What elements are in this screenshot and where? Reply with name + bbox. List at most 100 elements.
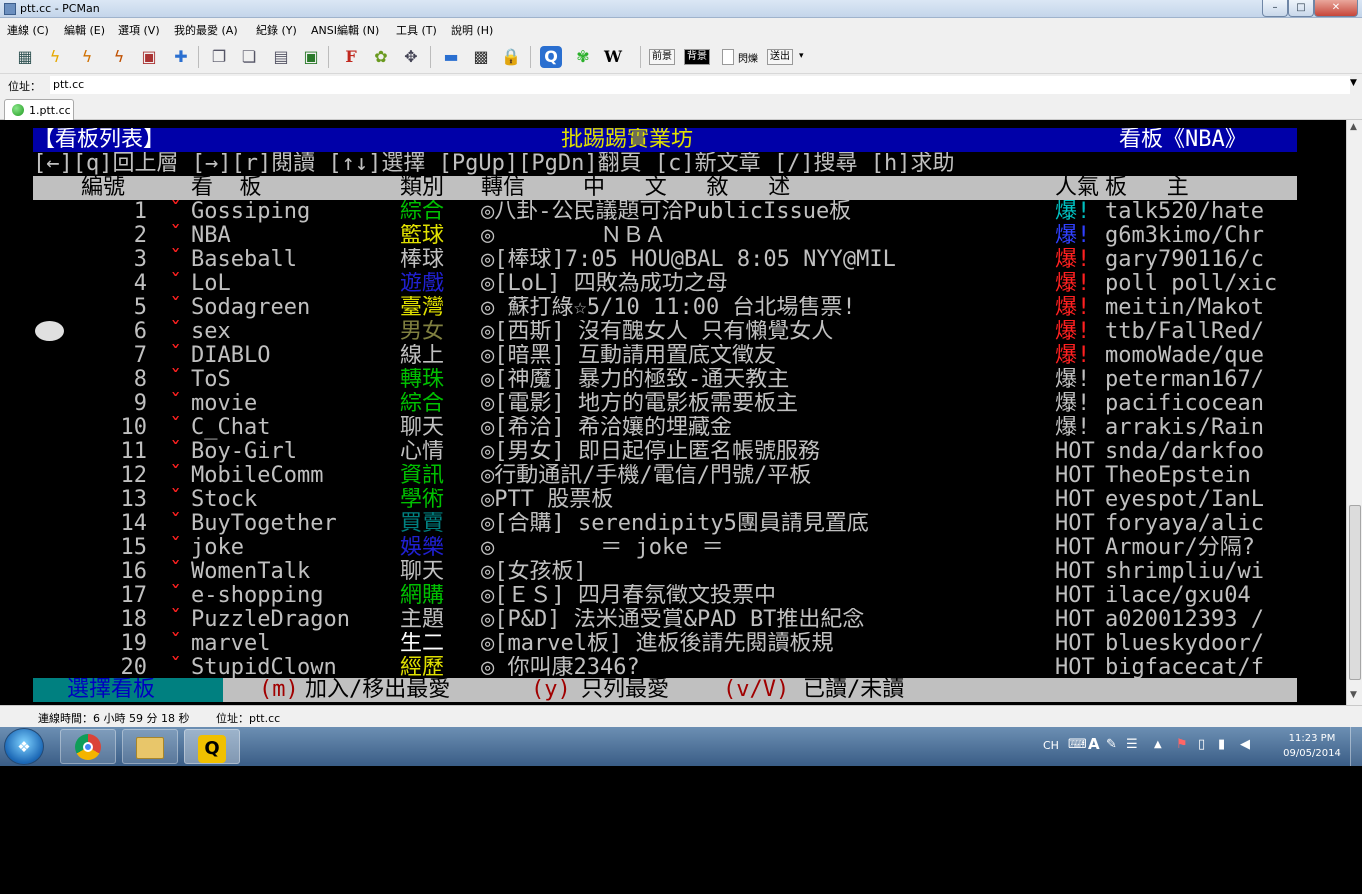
taskbar-pcman[interactable]: Q bbox=[184, 729, 240, 764]
qr-icon[interactable]: ▩ bbox=[470, 46, 492, 68]
disconnect-all-icon[interactable]: ϟ bbox=[108, 46, 130, 68]
font-icon[interactable]: F bbox=[340, 46, 362, 68]
screenshot-icon[interactable]: ▣ bbox=[300, 46, 322, 68]
menu-options[interactable]: 選項 (V) bbox=[118, 22, 160, 38]
scrollbar-thumb[interactable] bbox=[1349, 505, 1361, 680]
close-button[interactable]: ✕ bbox=[1314, 0, 1358, 17]
maximize-button[interactable]: □ bbox=[1288, 0, 1314, 17]
copy-icon[interactable]: ❐ bbox=[208, 46, 230, 68]
background-color-button[interactable]: 背景 bbox=[684, 49, 710, 65]
board-row[interactable]: 2 ˇ NBA 籃球 ◎ ＮＢＡ 爆! g6m3kimo/Chr bbox=[33, 224, 1297, 248]
copy-paste-icon[interactable]: ▤ bbox=[270, 46, 292, 68]
foreground-color-button[interactable]: 前景 bbox=[649, 49, 675, 65]
board-row[interactable]: 11 ˇ Boy-Girl 心情 ◎[男女] 即日起停止匿名帳號服務 HOT snda/da… bbox=[33, 440, 1297, 464]
menu-connection[interactable]: 連線 (C) bbox=[7, 22, 49, 38]
board-row[interactable]: 18 ˇ PuzzleDragon 主題 ◎[P&D] 法米通受賞&PAD BT推出紀念… bbox=[33, 608, 1297, 632]
volume-icon[interactable]: ◀ bbox=[1240, 737, 1250, 752]
board-row[interactable]: 12 ˇ MobileComm 資訊 ◎行動通訊/手機/電信/門號/平板 HOT TheoE… bbox=[33, 464, 1297, 488]
tab-ptt[interactable]: 1.ptt.cc bbox=[4, 99, 74, 120]
send-button[interactable]: 送出 bbox=[767, 49, 793, 65]
menu-help[interactable]: 說明 (H) bbox=[451, 22, 493, 38]
board-row[interactable]: 20 ˇ StupidClown 經歷 ◎ 你叫康2346? HOT bigfacecat/… bbox=[33, 656, 1297, 680]
address-dropdown-icon[interactable]: ▼ bbox=[1350, 78, 1357, 88]
unread-mark: ˇ bbox=[169, 632, 183, 656]
pcman-icon[interactable]: Q bbox=[540, 46, 562, 68]
board-category: 買賣 bbox=[400, 512, 445, 536]
board-number: 10 bbox=[120, 416, 148, 440]
minimize-button[interactable]: – bbox=[1262, 0, 1288, 17]
flower-icon[interactable]: ✾ bbox=[572, 46, 594, 68]
board-row[interactable]: 17 ˇ e-shopping 網購 ◎[ＥＳ] 四月春氛徵文投票中 HOT ilace/g… bbox=[33, 584, 1297, 608]
menu-edit[interactable]: 編輯 (E) bbox=[64, 22, 105, 38]
wikipedia-icon[interactable]: W bbox=[602, 46, 624, 68]
board-row[interactable]: 6 ˇ sex 男女 ◎[西斯] 沒有醜女人 只有懶覺女人 爆! ttb/FallRed/ bbox=[33, 320, 1297, 344]
ime-options-icon[interactable]: ☰ bbox=[1126, 737, 1138, 752]
disconnect-icon[interactable]: ϟ bbox=[76, 46, 98, 68]
board-row[interactable]: 15 ˇ joke 娛樂 ◎ ＝ joke ＝ HOT Armour/分隔? bbox=[33, 536, 1297, 560]
board-row[interactable]: 19 ˇ marvel 生二 ◎[marvel板] 進板後請先閱讀板規 HOT bluesk… bbox=[33, 632, 1297, 656]
settings-icon[interactable]: ✿ bbox=[370, 46, 392, 68]
add-favorite-icon[interactable]: ✚ bbox=[170, 46, 192, 68]
board-category: 遊戲 bbox=[400, 272, 445, 296]
lock-icon[interactable]: 🔒 bbox=[500, 46, 522, 68]
show-desktop-button[interactable] bbox=[1350, 727, 1362, 766]
blink-checkbox[interactable] bbox=[722, 49, 734, 65]
reconnect-icon[interactable]: ϟ bbox=[44, 46, 66, 68]
scroll-down-icon[interactable]: ▼ bbox=[1350, 690, 1357, 700]
footer-bar: 選擇看板 (m) 加入/移出最愛 (y) 只列最愛 (v/V) 已讀/未讀 bbox=[33, 678, 1297, 702]
menu-tools[interactable]: 工具 (T) bbox=[396, 22, 437, 38]
chrome-icon bbox=[75, 734, 101, 760]
language-indicator[interactable]: CH bbox=[1043, 739, 1059, 752]
start-button[interactable]: ❖ bbox=[4, 728, 44, 765]
taskbar-chrome[interactable] bbox=[60, 729, 116, 764]
board-row[interactable]: 13 ˇ Stock 學術 ◎PTT 股票板 HOT eyespot/IanL bbox=[33, 488, 1297, 512]
taskbar-file-explorer[interactable] bbox=[122, 729, 178, 764]
menu-history[interactable]: 紀錄 (Y) bbox=[256, 22, 297, 38]
menu-ansi-edit[interactable]: ANSI編輯 (N) bbox=[311, 22, 379, 38]
board-row[interactable]: 5 ˇ Sodagreen 臺灣 ◎ 蘇打綠☆5/10 11:00 台北場售票! 爆! me… bbox=[33, 296, 1297, 320]
board-name: Stock bbox=[191, 488, 258, 512]
board-name: Boy-Girl bbox=[191, 440, 297, 464]
paste-icon[interactable]: ❏ bbox=[238, 46, 260, 68]
ime-settings-icon[interactable]: ✎ bbox=[1106, 737, 1117, 752]
board-name: Gossiping bbox=[191, 200, 311, 224]
board-title: ◎[棒球]7:05 HOU@BAL 8:05 NYY@MIL bbox=[481, 248, 896, 272]
board-row[interactable]: 10 ˇ C_Chat 聊天 ◎[希洽] 希洽孃的埋藏金 爆! arrakis/Rain bbox=[33, 416, 1297, 440]
board-row[interactable]: 7 ˇ DIABLO 線上 ◎[暗黑] 互動請用置底文徵友 爆! momoWade/que bbox=[33, 344, 1297, 368]
unread-mark: ˇ bbox=[169, 656, 183, 680]
new-connection-icon[interactable]: ▦ bbox=[14, 46, 36, 68]
board-popularity: 爆! bbox=[1055, 392, 1091, 416]
board-row[interactable]: 9 ˇ movie 綜合 ◎[電影] 地方的電影板需要板主 爆! pacificocean bbox=[33, 392, 1297, 416]
board-title: ◎[P&D] 法米通受賞&PAD BT推出紀念 bbox=[481, 608, 865, 632]
close-tab-icon[interactable]: ▣ bbox=[138, 46, 160, 68]
ime-mode-icon[interactable]: A bbox=[1088, 735, 1100, 753]
board-row[interactable]: 8 ˇ ToS 轉珠 ◎[神魔] 暴力的極致-通天教主 爆! peterman167/ bbox=[33, 368, 1297, 392]
monitor-icon[interactable]: ▬ bbox=[440, 46, 462, 68]
send-dropdown-icon[interactable]: ▾ bbox=[799, 51, 804, 61]
board-number: 3 bbox=[133, 248, 147, 272]
board-category: 主題 bbox=[400, 608, 445, 632]
board-category: 經歷 bbox=[400, 656, 445, 680]
unread-mark: ˇ bbox=[169, 608, 183, 632]
show-hidden-icons[interactable]: ▲ bbox=[1154, 739, 1162, 750]
fullscreen-icon[interactable]: ✥ bbox=[400, 46, 422, 68]
tab-bar: 1.ptt.cc bbox=[0, 96, 1362, 120]
board-popularity: HOT bbox=[1055, 656, 1095, 680]
device-icon[interactable]: ▯ bbox=[1198, 737, 1205, 752]
address-input[interactable]: ptt.cc bbox=[50, 76, 1350, 94]
board-row[interactable]: 16 ˇ WomenTalk 聊天 ◎[女孩板] HOT shrimpliu/wi bbox=[33, 560, 1297, 584]
menu-favorites[interactable]: 我的最愛 (A) bbox=[174, 22, 238, 38]
board-row[interactable]: 4 ˇ LoL 遊戲 ◎[LoL] 四敗為成功之母 爆! poll poll/xic bbox=[33, 272, 1297, 296]
address-bar: 位址： ptt.cc ▼ bbox=[0, 74, 1362, 96]
ime-icon[interactable]: ⌨ bbox=[1068, 737, 1087, 752]
windows-logo-icon: ❖ bbox=[17, 738, 31, 756]
terminal-scrollbar[interactable]: ▲ ▼ bbox=[1346, 120, 1362, 705]
action-center-icon[interactable]: ⚑ bbox=[1176, 737, 1188, 752]
network-icon[interactable]: ▮ bbox=[1218, 737, 1225, 752]
terminal-screen[interactable]: 【看板列表】 批踢踢實業坊 看板《NBA》 [←][q]回上層 [→][r]閱讀… bbox=[0, 120, 1346, 705]
board-row[interactable]: 3 ˇ Baseball 棒球 ◎[棒球]7:05 HOU@BAL 8:05 NYY@M… bbox=[33, 248, 1297, 272]
board-row[interactable]: 1 ˇ Gossiping 綜合 ◎八卦-公民議題可洽PublicIssue板 爆! tal… bbox=[33, 200, 1297, 224]
board-row[interactable]: 14 ˇ BuyTogether 買賣 ◎[合購] serendipity5團員請見置底… bbox=[33, 512, 1297, 536]
scroll-up-icon[interactable]: ▲ bbox=[1350, 122, 1357, 132]
taskbar-clock[interactable]: 11:23 PM 09/05/2014 bbox=[1278, 731, 1346, 761]
